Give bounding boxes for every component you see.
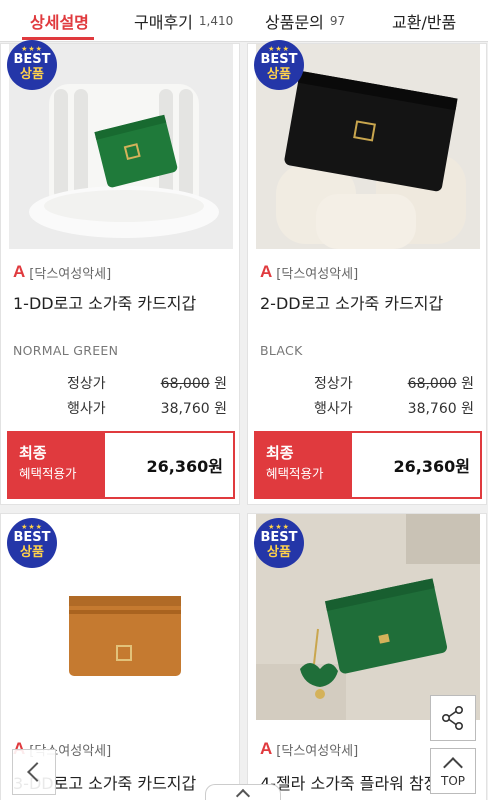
best-product-badge: ★★★ BEST 상품 — [7, 40, 57, 90]
tab-reviews[interactable]: 구매후기 1,410 — [134, 0, 233, 42]
product-name[interactable]: 4-젤라 소가죽 플라워 참장 — [260, 770, 438, 794]
product-color: NORMAL GREEN — [13, 343, 119, 358]
regular-price-row: 정상가 68,000 원 — [314, 376, 474, 392]
best-product-badge: ★★★ BEST 상품 — [254, 518, 304, 568]
chevron-left-icon — [27, 762, 47, 782]
event-price-row: 행사가 38,760 원 — [67, 401, 227, 417]
regular-price-row: 정상가 68,000 원 — [67, 376, 227, 392]
product-color: BLACK — [260, 343, 303, 358]
tab-label: 구매후기 — [134, 13, 193, 32]
brand-label: A [닥스여성악세] — [260, 739, 359, 759]
tab-inquiry[interactable]: 상품문의 97 — [265, 0, 345, 42]
product-name[interactable]: 1-DD로고 소가죽 카드지갑 — [13, 290, 196, 314]
brand-label: A [닥스여성악세] — [13, 262, 112, 282]
bottom-sheet-handle[interactable] — [205, 784, 281, 800]
tab-exchange-return[interactable]: 교환/반품 — [392, 0, 456, 42]
tab-label: 교환/반품 — [392, 13, 457, 32]
brand-label: A [닥스여성악세] — [260, 262, 359, 282]
back-button[interactable] — [12, 749, 56, 795]
brand-logo-icon: A — [260, 739, 273, 758]
scroll-top-button[interactable]: TOP — [430, 748, 476, 794]
share-icon — [441, 705, 464, 730]
product-card[interactable]: ★★★ BEST 상품 A [닥스여성악세] 2-DD로고 소가죽 카드지갑 B… — [247, 40, 487, 505]
event-price-row: 행사가 38,760 원 — [314, 401, 474, 417]
product-name[interactable]: 2-DD로고 소가죽 카드지갑 — [260, 290, 443, 314]
tab-count: 97 — [329, 14, 346, 28]
tab-detail[interactable]: 상세설명 — [30, 0, 89, 42]
tab-label: 상품문의 — [265, 13, 324, 32]
product-card[interactable]: ★★★ BEST 상품 A [닥스여성악세] 1-DD로고 소가죽 카드지갑 N… — [0, 40, 240, 505]
tab-count: 1,410 — [198, 14, 234, 28]
best-product-badge: ★★★ BEST 상품 — [254, 40, 304, 90]
chevron-up-icon — [235, 788, 251, 800]
final-price: 26,360원 — [105, 433, 233, 497]
final-price-box: 최종 혜택적용가 26,360원 — [7, 431, 235, 499]
brand-logo-icon: A — [13, 262, 26, 281]
best-product-badge: ★★★ BEST 상품 — [7, 518, 57, 568]
share-button[interactable] — [430, 695, 476, 741]
brand-logo-icon: A — [260, 262, 273, 281]
tab-label: 상세설명 — [30, 13, 89, 32]
detail-tab-bar: 상세설명 구매후기 1,410 상품문의 97 교환/반품 — [0, 0, 488, 42]
final-price: 26,360원 — [352, 433, 480, 497]
final-price-box: 최종 혜택적용가 26,360원 — [254, 431, 482, 499]
